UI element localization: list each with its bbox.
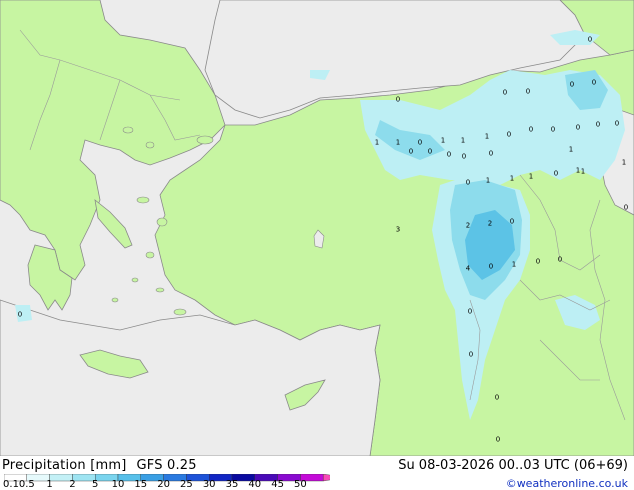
precip-value-label: 0 xyxy=(17,310,23,319)
legend-tick-label: 45 xyxy=(271,479,284,490)
precip-value-label: 0 xyxy=(502,88,508,97)
precip-value-label: 0 xyxy=(488,262,494,271)
precip-value-label: 2 xyxy=(487,219,493,228)
legend-tick-label: 25 xyxy=(180,479,193,490)
precip-value-label: 0 xyxy=(509,217,515,226)
legend-tick-label: 5 xyxy=(92,479,99,490)
legend-tick-label: 0.1 xyxy=(3,479,19,490)
legend-tick-label: 15 xyxy=(134,479,148,490)
precip-value-label: 0 xyxy=(587,35,593,44)
precip-value-label: 0 xyxy=(417,138,423,147)
precip-value-label: 0 xyxy=(495,435,501,444)
precip-value-label: 1 xyxy=(485,176,491,185)
legend-tick-label: 20 xyxy=(157,479,170,490)
precip-value-label: 1 xyxy=(511,260,517,269)
legend-tick-label: 40 xyxy=(248,479,262,490)
precip-value-label: 1 xyxy=(374,138,380,147)
precip-value-label: 1 xyxy=(528,172,534,181)
precip-value-label: 0 xyxy=(468,350,474,359)
title-text: Precipitation [mm] xyxy=(2,458,127,473)
precip-value-label: 1 xyxy=(484,132,490,141)
precip-value-label: 0 xyxy=(595,120,601,129)
precip-value-label: 3 xyxy=(395,225,401,234)
legend-tick-label: 1 xyxy=(46,479,53,490)
precip-value-label: 2 xyxy=(465,221,471,230)
legend-tick-label: 30 xyxy=(202,479,216,490)
precip-value-label: 1 xyxy=(580,167,586,176)
map-footer: Precipitation [mm] GFS 0.25 Su 08-03-2026… xyxy=(0,456,634,490)
legend-tick-label: 35 xyxy=(225,479,239,490)
precip-value-label: 1 xyxy=(575,166,581,175)
precip-value-label: 0 xyxy=(488,149,494,158)
precip-value-label: 1 xyxy=(395,138,401,147)
precip-value-label: 0 xyxy=(614,119,620,128)
precip-value-label: 0 xyxy=(446,150,452,159)
precip-value-label: 0 xyxy=(465,178,471,187)
precip-value-label: 0 xyxy=(427,147,433,156)
precip-value-label: 0 xyxy=(623,203,629,212)
precip-value-label: 0 xyxy=(461,152,467,161)
map-title: Precipitation [mm] GFS 0.25 xyxy=(2,458,197,473)
precip-value-label: 1 xyxy=(509,174,515,183)
precip-value-label: 0 xyxy=(467,307,473,316)
precip-value-label: 0 xyxy=(575,123,581,132)
map-canvas xyxy=(0,0,634,456)
precip-value-label: 0 xyxy=(408,147,414,156)
precip-value-label: 1 xyxy=(440,136,446,145)
precip-value-label: 0 xyxy=(591,78,597,87)
credit-link[interactable]: ©weatheronline.co.uk xyxy=(506,477,628,490)
legend-tick-label: 50 xyxy=(294,479,307,490)
precip-value-label: 0 xyxy=(535,257,541,266)
precip-value-label: 0 xyxy=(525,87,531,96)
precip-value-label: 0 xyxy=(494,393,500,402)
precip-value-label: 0 xyxy=(528,125,534,134)
precip-value-label: 0 xyxy=(553,169,559,178)
precip-value-label: 1 xyxy=(568,145,574,154)
model-name: GFS 0.25 xyxy=(136,458,197,473)
precip-value-label: 0 xyxy=(395,95,401,104)
precip-value-label: 0 xyxy=(569,80,575,89)
precip-value-label: 0 xyxy=(550,125,556,134)
precip-value-label: 4 xyxy=(465,264,471,273)
precip-value-label: 0 xyxy=(506,130,512,139)
precip-value-label: 0 xyxy=(557,255,563,264)
precip-value-label: 1 xyxy=(621,158,627,167)
legend-tick-label: 2 xyxy=(69,479,76,490)
precipitation-map: 0000000110111000000000101101110122034010… xyxy=(0,0,634,456)
valid-time: Su 08-03-2026 00..03 UTC (06+69) xyxy=(398,458,628,473)
legend-tick-label: 10 xyxy=(111,479,125,490)
precip-value-label: 1 xyxy=(460,136,466,145)
legend-tick-label: 0.5 xyxy=(18,479,35,490)
